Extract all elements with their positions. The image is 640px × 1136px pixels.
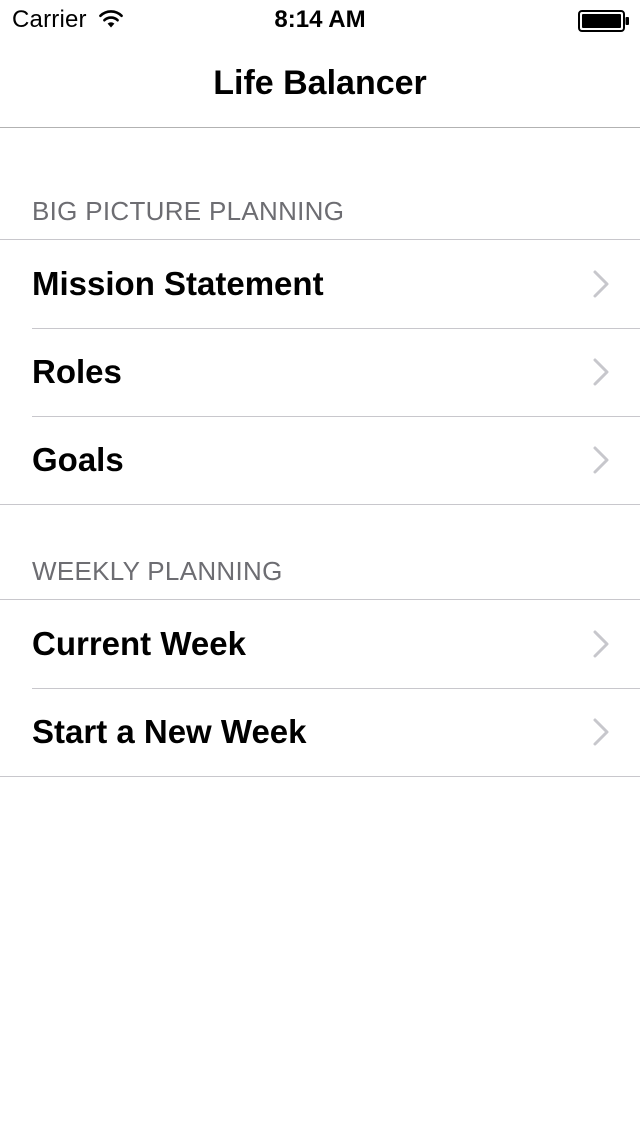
chevron-right-icon (593, 630, 609, 658)
cell-start-a-new-week[interactable]: Start a New Week (0, 688, 640, 776)
cell-mission-statement[interactable]: Mission Statement (0, 240, 640, 328)
chevron-right-icon (593, 718, 609, 746)
page-title: Life Balancer (213, 64, 427, 102)
cell-goals[interactable]: Goals (0, 416, 640, 504)
section-header-weekly-planning: WEEKLY PLANNING (32, 556, 283, 586)
cell-label: Roles (32, 353, 122, 390)
weekly-planning-group: Current Week Start a New Week (0, 599, 640, 777)
status-time: 8:14 AM (274, 6, 366, 33)
big-picture-planning-group: Mission Statement Roles Goals (0, 239, 640, 505)
cell-roles[interactable]: Roles (0, 328, 640, 416)
status-bar: Carrier 8:14 AM (0, 0, 640, 40)
cell-label: Mission Statement (32, 265, 324, 302)
chevron-right-icon (593, 446, 609, 474)
chevron-right-icon (593, 270, 609, 298)
cell-label: Goals (32, 441, 124, 478)
chevron-right-icon (593, 358, 609, 386)
cell-current-week[interactable]: Current Week (0, 600, 640, 688)
navigation-bar: Life Balancer (0, 40, 640, 128)
cell-label: Current Week (32, 625, 246, 662)
cell-label: Start a New Week (32, 713, 307, 750)
section-header-big-picture-planning: BIG PICTURE PLANNING (32, 196, 345, 226)
battery-icon (578, 10, 629, 32)
